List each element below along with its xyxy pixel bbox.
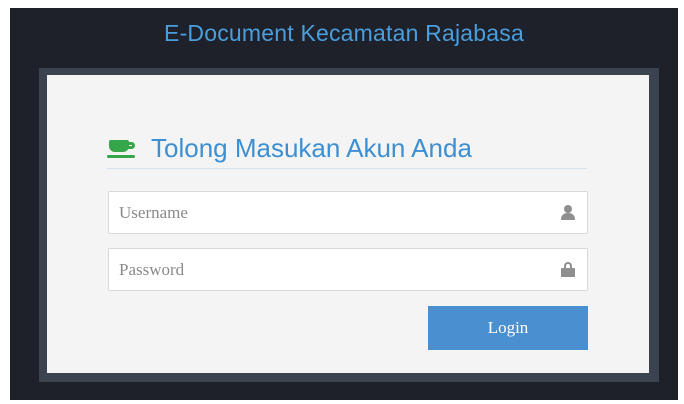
login-panel-border: Tolong Masukan Akun Anda Login <box>39 68 659 382</box>
login-heading-text: Tolong Masukan Akun Anda <box>151 133 472 163</box>
password-field[interactable] <box>108 248 588 291</box>
page-background: E-Document Kecamatan Rajabasa Tolong Mas… <box>10 8 678 400</box>
coffee-cup-icon <box>107 137 141 161</box>
login-heading: Tolong Masukan Akun Anda <box>107 129 587 169</box>
password-input[interactable] <box>119 249 539 290</box>
username-input[interactable] <box>119 192 539 233</box>
lock-icon <box>561 262 575 277</box>
login-button[interactable]: Login <box>428 306 588 350</box>
username-field[interactable] <box>108 191 588 234</box>
user-icon <box>561 205 575 220</box>
app-title: E-Document Kecamatan Rajabasa <box>164 20 524 46</box>
login-panel: Tolong Masukan Akun Anda Login <box>47 75 649 373</box>
